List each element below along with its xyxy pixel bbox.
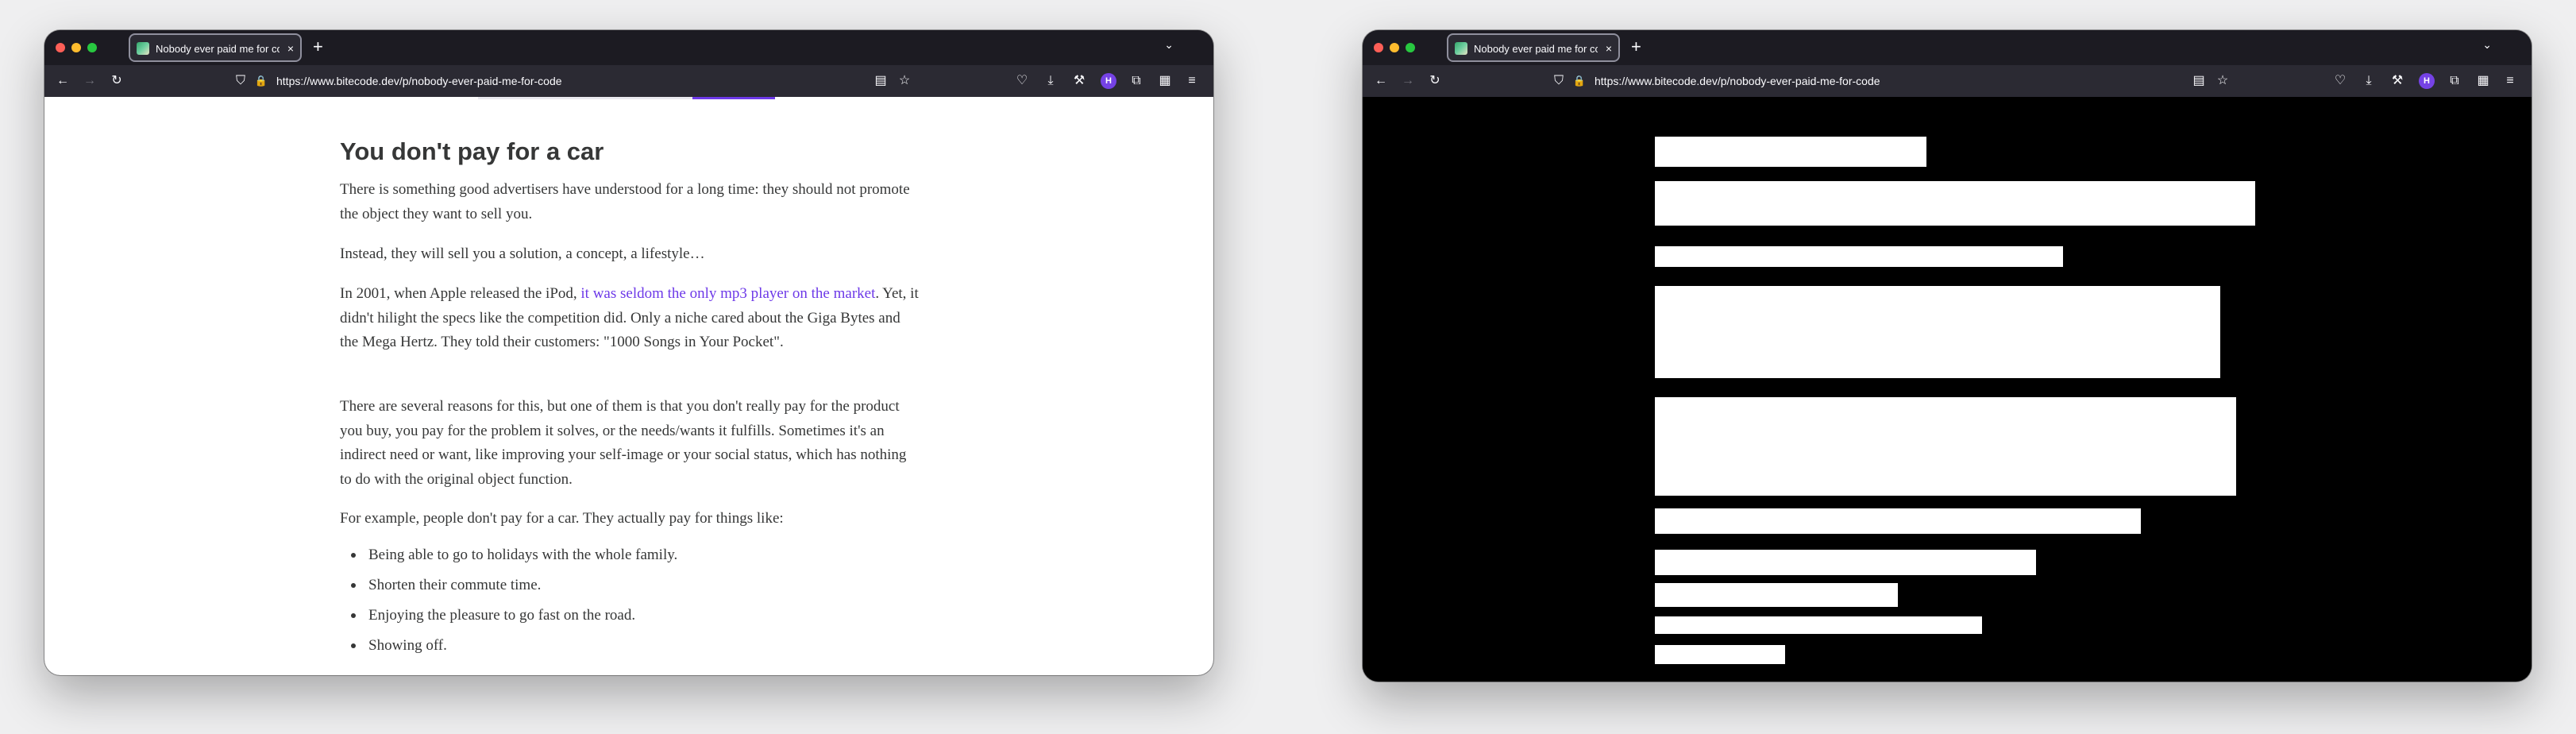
url-bar[interactable]: https://www.bitecode.dev/p/nobody-ever-p…	[1595, 73, 1880, 89]
paragraph-mask-block	[1655, 397, 2236, 496]
list-item-mask-block	[1655, 550, 2036, 575]
browser-window-left: Nobody ever paid me for code × + ⌄ ← → ↻…	[44, 30, 1213, 675]
paragraph-example: For example, people don't pay for a car.…	[340, 510, 784, 527]
site-favicon-icon	[137, 42, 149, 55]
paragraph-mask-block	[1655, 181, 2255, 226]
list-item-mask-block	[1655, 616, 1982, 634]
extensions-icon[interactable]: ⧉	[1124, 65, 1148, 97]
apps-grid-icon[interactable]: ▦	[1153, 65, 1177, 97]
tab-active[interactable]: Nobody ever paid me for code ×	[1447, 33, 1620, 62]
downloads-icon[interactable]: ⤓	[1039, 65, 1062, 97]
needs-list: Being able to go to holidays with the wh…	[340, 543, 677, 664]
minimize-window-button[interactable]	[1390, 43, 1399, 52]
tab-strip: Nobody ever paid me for code × + ⌄	[1363, 30, 2532, 65]
tab-title: Nobody ever paid me for code	[1474, 43, 1598, 55]
reload-icon[interactable]: ↻	[1423, 65, 1447, 97]
forward-icon[interactable]: →	[1396, 65, 1420, 97]
tab-strip: Nobody ever paid me for code × + ⌄	[44, 30, 1213, 65]
tools-icon[interactable]: ⚒	[2385, 65, 2409, 97]
lock-icon[interactable]: 🔒	[1568, 65, 1591, 97]
reader-view-icon[interactable]: ▤	[869, 65, 893, 97]
paragraph-reasons: There are several reasons for this, but …	[340, 398, 907, 488]
list-item: Enjoying the pleasure to go fast on the …	[340, 604, 677, 634]
apps-grid-icon[interactable]: ▦	[2471, 65, 2495, 97]
article-heading: You don't pay for a car	[340, 137, 604, 165]
bookmark-star-icon[interactable]: ☆	[2211, 65, 2235, 97]
account-avatar-icon[interactable]: H	[2419, 73, 2435, 89]
pocket-icon[interactable]: ♡	[1010, 65, 1034, 97]
paragraph-mask-block	[1655, 286, 2220, 378]
pocket-icon[interactable]: ♡	[2328, 65, 2352, 97]
new-tab-button[interactable]: +	[1631, 37, 1641, 57]
list-item-mask-block	[1655, 583, 1898, 607]
browser-window-right: Nobody ever paid me for code × + ⌄ ← → ↻…	[1363, 30, 2532, 682]
close-window-button[interactable]	[1374, 43, 1383, 52]
header-progress-bar	[478, 97, 775, 99]
close-window-button[interactable]	[56, 43, 65, 52]
minimize-window-button[interactable]	[71, 43, 81, 52]
new-tab-button[interactable]: +	[313, 37, 323, 57]
list-tabs-icon[interactable]: ⌄	[2482, 38, 2492, 52]
tab-title: Nobody ever paid me for code	[156, 43, 280, 55]
extensions-icon[interactable]: ⧉	[2443, 65, 2466, 97]
tools-icon[interactable]: ⚒	[1067, 65, 1091, 97]
back-icon[interactable]: ←	[1369, 65, 1393, 97]
lock-icon[interactable]: 🔒	[249, 65, 273, 97]
mp3-market-link[interactable]: it was seldom the only mp3 player on the…	[580, 285, 875, 302]
downloads-icon[interactable]: ⤓	[2357, 65, 2381, 97]
header-progress-active	[692, 97, 775, 99]
forward-icon[interactable]: →	[78, 65, 102, 97]
hamburger-menu-icon[interactable]: ≡	[1180, 65, 1204, 97]
paragraph-mask-block	[1655, 508, 2141, 534]
back-icon[interactable]: ←	[51, 65, 75, 97]
list-item-mask-block	[1655, 645, 1785, 664]
paragraph-ipod-lead: In 2001, when Apple released the iPod,	[340, 285, 581, 302]
paragraph-ipod: In 2001, when Apple released the iPod, i…	[340, 282, 920, 355]
page-viewport-masked	[1363, 97, 2532, 682]
account-avatar-icon[interactable]: H	[1101, 73, 1116, 89]
maximize-window-button[interactable]	[87, 43, 97, 52]
navigation-toolbar: ← → ↻ ⛉ 🔒 https://www.bitecode.dev/p/nob…	[1363, 65, 2532, 97]
tab-active[interactable]: Nobody ever paid me for code ×	[129, 33, 302, 62]
list-item: Showing off.	[340, 634, 677, 664]
paragraph-instead: Instead, they will sell you a solution, …	[340, 245, 705, 262]
heading-mask-block	[1655, 137, 1926, 167]
hamburger-menu-icon[interactable]: ≡	[2498, 65, 2522, 97]
reader-view-icon[interactable]: ▤	[2187, 65, 2211, 97]
page-viewport[interactable]: You don't pay for a car There is somethi…	[44, 97, 1213, 675]
navigation-toolbar: ← → ↻ ⛉ 🔒 https://www.bitecode.dev/p/nob…	[44, 65, 1213, 97]
tab-close-icon[interactable]: ×	[1606, 41, 1612, 56]
site-favicon-icon	[1455, 42, 1467, 55]
list-tabs-icon[interactable]: ⌄	[1164, 38, 1174, 52]
bookmark-star-icon[interactable]: ☆	[893, 65, 916, 97]
paragraph-mask-block	[1655, 246, 2063, 267]
url-bar[interactable]: https://www.bitecode.dev/p/nobody-ever-p…	[276, 73, 562, 89]
reload-icon[interactable]: ↻	[105, 65, 129, 97]
list-item: Shorten their commute time.	[340, 574, 677, 604]
tab-close-icon[interactable]: ×	[287, 41, 294, 56]
maximize-window-button[interactable]	[1406, 43, 1415, 52]
paragraph-advertisers: There is something good advertisers have…	[340, 181, 910, 222]
list-item: Being able to go to holidays with the wh…	[340, 543, 677, 574]
